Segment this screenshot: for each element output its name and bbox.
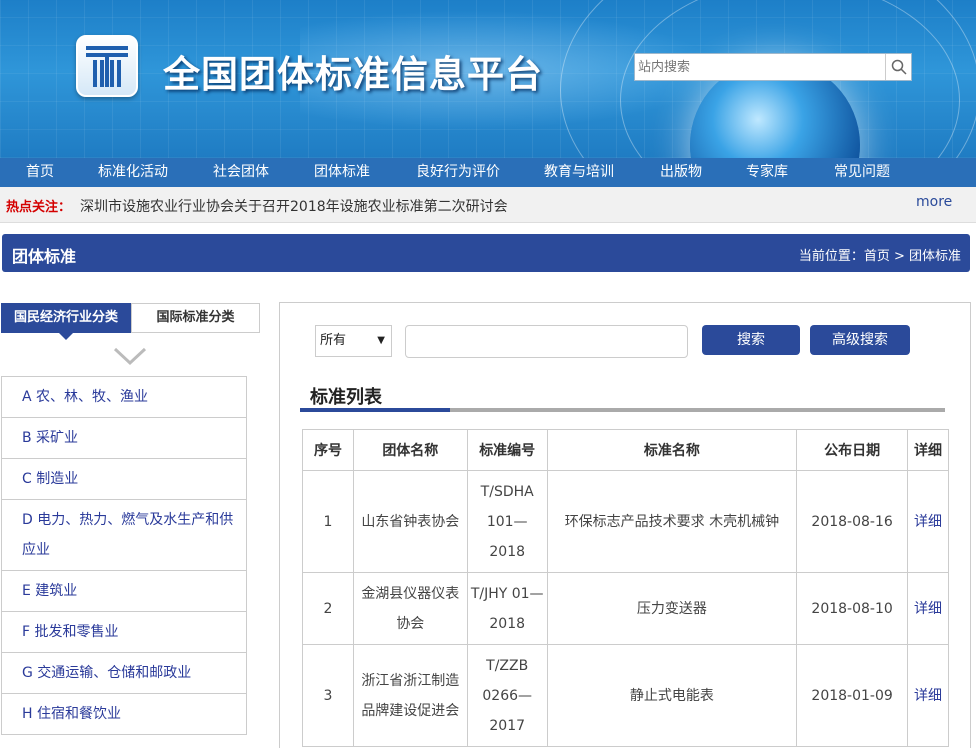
active-tab-pointer — [59, 333, 73, 340]
breadcrumb: 当前位置：首页 > 团体标准 — [798, 249, 961, 264]
main-nav: 首页 标准化活动 社会团体 团体标准 良好行为评价 教育与培训 出版物 专家库 … — [0, 158, 976, 187]
cell-date: 2018-01-09 — [796, 644, 909, 747]
cell-no: 2 — [302, 572, 354, 645]
cell-no: 1 — [302, 470, 354, 573]
column-header: 序号 — [302, 429, 354, 471]
category-item-f[interactable]: F 批发和零售业 — [2, 612, 246, 653]
site-logo[interactable] — [76, 35, 138, 97]
logo-t-icon — [86, 46, 128, 87]
chevron-down-icon — [113, 347, 147, 366]
category-item-g[interactable]: G 交通运输、仓储和邮政业 — [2, 653, 246, 694]
scope-select[interactable]: 所有 ▼ — [315, 325, 392, 357]
column-header: 标准名称 — [546, 429, 798, 471]
nav-item-faq[interactable]: 常见问题 — [834, 158, 890, 187]
table-row: 1 山东省钟表协会 T/SDHA 101—2018 环保标志产品技术要求 木壳机… — [302, 470, 949, 573]
section-header: 团体标准 当前位置：首页 > 团体标准 — [2, 234, 970, 272]
list-title-rule — [300, 408, 945, 412]
tab-industry-classification[interactable]: 国民经济行业分类 — [1, 303, 131, 340]
nav-item-social-groups[interactable]: 社会团体 — [213, 158, 269, 187]
category-item-c[interactable]: C 制造业 — [2, 459, 246, 500]
more-link[interactable]: more — [916, 194, 952, 210]
category-list: A 农、林、牧、渔业 B 采矿业 C 制造业 D 电力、热力、燃气及水生产和供应… — [1, 376, 247, 735]
tab-label: 国民经济行业分类 — [13, 310, 118, 325]
detail-link[interactable]: 详细 — [907, 644, 949, 747]
detail-link[interactable]: 详细 — [907, 470, 949, 573]
site-search — [634, 53, 912, 81]
category-item-e[interactable]: E 建筑业 — [2, 571, 246, 612]
nav-item-standardization[interactable]: 标准化活动 — [98, 158, 168, 187]
cell-code: T/JHY 01—2018 — [466, 572, 548, 645]
nav-item-education[interactable]: 教育与培训 — [544, 158, 614, 187]
cell-org: 山东省钟表协会 — [352, 470, 468, 573]
category-item-b[interactable]: B 采矿业 — [2, 418, 246, 459]
site-title: 全国团体标准信息平台 — [163, 53, 543, 96]
cell-name: 静止式电能表 — [546, 644, 798, 747]
advanced-search-button[interactable]: 高级搜索 — [810, 325, 910, 355]
site-search-input[interactable] — [635, 54, 885, 80]
column-header: 详细 — [907, 429, 949, 471]
hot-topics-bar: 热点关注： 深圳市设施农业行业协会关于召开2018年设施农业标准第二次研讨会 m… — [0, 187, 976, 223]
site-search-button[interactable] — [885, 54, 911, 80]
cell-no: 3 — [302, 644, 354, 747]
search-icon — [891, 59, 907, 75]
list-title-rule-active — [300, 408, 450, 412]
standards-panel: 所有 ▼ 搜索 高级搜索 标准列表 序号 团体名称 标准编号 标准名称 公布日期… — [279, 302, 971, 748]
scope-select-value: 所有 — [320, 333, 347, 348]
nav-item-publications[interactable]: 出版物 — [660, 158, 702, 187]
cell-org: 金湖县仪器仪表协会 — [352, 572, 468, 645]
table-header-row: 序号 团体名称 标准编号 标准名称 公布日期 详细 — [302, 429, 949, 471]
nav-item-home[interactable]: 首页 — [26, 158, 54, 187]
cell-org: 浙江省浙江制造品牌建设促进会 — [352, 644, 468, 747]
column-header: 团体名称 — [352, 429, 468, 471]
table-row: 3 浙江省浙江制造品牌建设促进会 T/ZZB 0266—2017 静止式电能表 … — [302, 644, 949, 747]
cell-date: 2018-08-16 — [796, 470, 909, 573]
cell-name: 环保标志产品技术要求 木壳机械钟 — [546, 470, 798, 573]
nav-item-experts[interactable]: 专家库 — [746, 158, 788, 187]
header-banner: 全国团体标准信息平台 — [0, 0, 976, 158]
cell-code: T/ZZB 0266—2017 — [466, 644, 548, 747]
nav-item-group-standards[interactable]: 团体标准 — [314, 158, 370, 187]
cell-date: 2018-08-10 — [796, 572, 909, 645]
tab-label: 国际标准分类 — [156, 310, 235, 325]
category-item-d[interactable]: D 电力、热力、燃气及水生产和供应业 — [2, 500, 246, 571]
hot-topics-label: 热点关注： — [6, 200, 72, 215]
search-button[interactable]: 搜索 — [702, 325, 800, 355]
tab-international-classification[interactable]: 国际标准分类 — [131, 303, 260, 333]
page-title: 团体标准 — [12, 247, 77, 266]
cell-code: T/SDHA 101—2018 — [466, 470, 548, 573]
cell-name: 压力变送器 — [546, 572, 798, 645]
standards-table: 序号 团体名称 标准编号 标准名称 公布日期 详细 1 山东省钟表协会 T/SD… — [302, 429, 949, 747]
hot-topic-link[interactable]: 深圳市设施农业行业协会关于召开2018年设施农业标准第二次研讨会 — [80, 196, 508, 216]
column-header: 标准编号 — [466, 429, 548, 471]
category-item-a[interactable]: A 农、林、牧、渔业 — [2, 377, 246, 418]
keyword-input[interactable] — [405, 325, 688, 358]
category-item-h[interactable]: H 住宿和餐饮业 — [2, 694, 246, 735]
dropdown-arrow-icon: ▼ — [377, 335, 385, 346]
column-header: 公布日期 — [796, 429, 909, 471]
table-row: 2 金湖县仪器仪表协会 T/JHY 01—2018 压力变送器 2018-08-… — [302, 572, 949, 645]
nav-item-good-conduct[interactable]: 良好行为评价 — [416, 158, 500, 187]
list-title: 标准列表 — [310, 387, 382, 408]
detail-link[interactable]: 详细 — [907, 572, 949, 645]
